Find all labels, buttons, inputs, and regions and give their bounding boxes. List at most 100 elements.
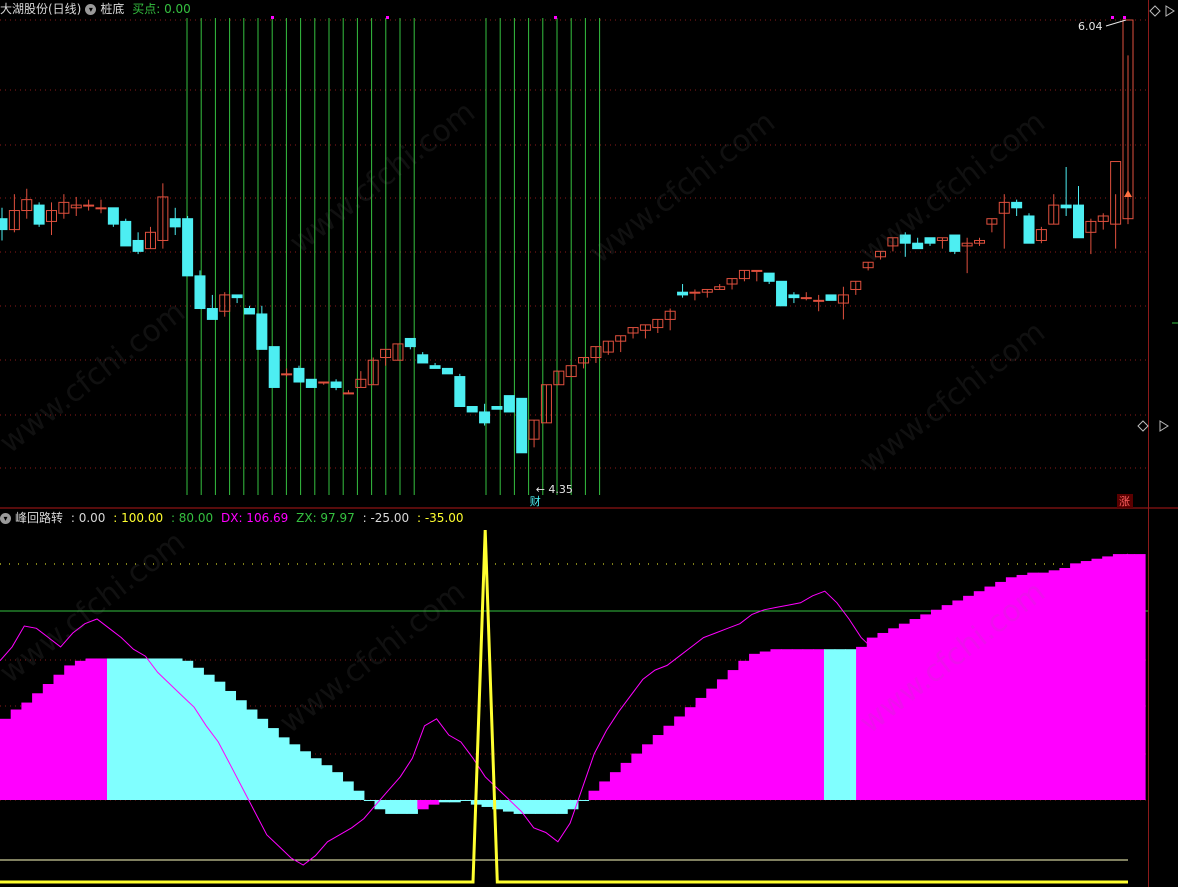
dx-bar xyxy=(1134,554,1146,800)
dx-bar xyxy=(1091,558,1103,800)
candle xyxy=(1073,204,1085,239)
buy-point-value: 买点: 0.00 xyxy=(132,2,191,16)
top-dot xyxy=(271,16,274,19)
dx-bar xyxy=(1027,572,1039,800)
dx-bar xyxy=(609,772,622,800)
dx-bar xyxy=(577,800,590,801)
dx-bar xyxy=(1059,568,1071,800)
dx-bar xyxy=(898,623,911,800)
zhang-badge: 涨 xyxy=(1119,495,1130,508)
dx-bar xyxy=(502,800,515,812)
dx-value: DX: 106.69 xyxy=(220,511,289,525)
dx-bar xyxy=(1112,554,1125,800)
dx-bar xyxy=(53,674,65,800)
candle xyxy=(503,395,515,413)
dx-bar xyxy=(535,800,547,814)
candle xyxy=(479,411,491,424)
dx-bar xyxy=(716,679,729,800)
candle xyxy=(182,218,194,277)
candle xyxy=(107,207,119,225)
dx-bar xyxy=(856,646,868,800)
candle xyxy=(404,337,416,348)
dx-bar xyxy=(406,800,418,814)
stock-chart[interactable]: ← 4.35 6.04 财 涨 xyxy=(0,0,1178,887)
dx-bar xyxy=(738,660,750,800)
dx-bar xyxy=(930,609,943,800)
sub-indicator-name: 峰回路转 xyxy=(15,511,64,525)
dx-bar xyxy=(866,637,879,800)
ref-100: : 100.00 xyxy=(113,511,164,525)
dx-bar xyxy=(663,725,675,800)
dx-bar xyxy=(588,790,600,800)
top-dot xyxy=(1123,16,1126,19)
candle xyxy=(417,354,429,364)
dx-bar xyxy=(449,800,461,803)
candle xyxy=(293,367,305,383)
candle xyxy=(454,376,466,408)
diamond-icon xyxy=(1149,5,1161,17)
dx-bar xyxy=(149,658,162,800)
candle xyxy=(169,218,181,228)
settings-icon[interactable]: ▾ xyxy=(85,4,97,15)
candle xyxy=(0,218,8,231)
candle xyxy=(281,373,293,376)
dx-bar xyxy=(160,658,172,800)
candle xyxy=(516,397,528,454)
dx-bar xyxy=(845,649,857,800)
dx-bar xyxy=(545,800,558,814)
dx-bar xyxy=(1037,572,1050,800)
dx-bar xyxy=(171,658,183,800)
dx-bar xyxy=(96,658,108,800)
candle xyxy=(899,234,911,244)
candle xyxy=(813,299,825,302)
top-dot xyxy=(386,16,389,19)
candle xyxy=(912,242,924,250)
low-price-label: ← 4.35 xyxy=(536,483,573,496)
dx-bar xyxy=(834,649,846,800)
dx-bar xyxy=(256,718,269,800)
dx-bar xyxy=(749,653,761,800)
dx-bar xyxy=(192,667,204,800)
candle xyxy=(132,239,144,252)
settings-icon[interactable]: ▾ xyxy=(0,513,11,524)
candle xyxy=(1023,215,1035,244)
dx-bar xyxy=(363,800,376,801)
dx-bar xyxy=(781,649,793,800)
dx-bar xyxy=(310,758,322,800)
dx-bar xyxy=(513,800,525,814)
dx-bar xyxy=(674,716,686,800)
dx-bar xyxy=(791,649,804,800)
ref-neg35: : -35.00 xyxy=(416,511,464,525)
dx-bar xyxy=(1080,561,1093,800)
dx-bar xyxy=(481,800,493,807)
dx-bar xyxy=(888,628,900,800)
dx-bar xyxy=(128,658,140,800)
dx-bar xyxy=(770,649,782,800)
buy-triangle xyxy=(1124,190,1132,197)
dx-bar xyxy=(524,800,536,814)
candle xyxy=(825,294,837,301)
dx-bar xyxy=(74,660,87,800)
zx-value: ZX: 97.97 xyxy=(296,511,355,525)
dx-bar xyxy=(10,709,23,800)
candle xyxy=(305,378,317,388)
sub-header: ▾ 峰回路转 : 0.00 : 100.00 : 80.00 DX: 106.69… xyxy=(0,510,468,526)
candle xyxy=(1011,201,1023,209)
dx-bar xyxy=(117,658,130,800)
dx-bar xyxy=(823,649,836,800)
dx-bar xyxy=(973,591,986,800)
dx-bar xyxy=(877,632,889,800)
dx-bar xyxy=(813,649,825,800)
candle xyxy=(763,272,775,282)
top-dot xyxy=(554,16,557,19)
dx-bar xyxy=(802,649,814,800)
dx-bar xyxy=(909,619,921,800)
dx-bar xyxy=(460,800,472,801)
ref-neg25: : -25.00 xyxy=(362,511,410,525)
ref-80: : 80.00 xyxy=(170,511,214,525)
candle xyxy=(1060,204,1072,209)
candle xyxy=(466,406,478,413)
main-header: 大湖股份(日线) ▾ 桩底 买点: 0.00 xyxy=(0,1,195,17)
dx-bar xyxy=(963,595,975,800)
candle xyxy=(83,204,95,207)
